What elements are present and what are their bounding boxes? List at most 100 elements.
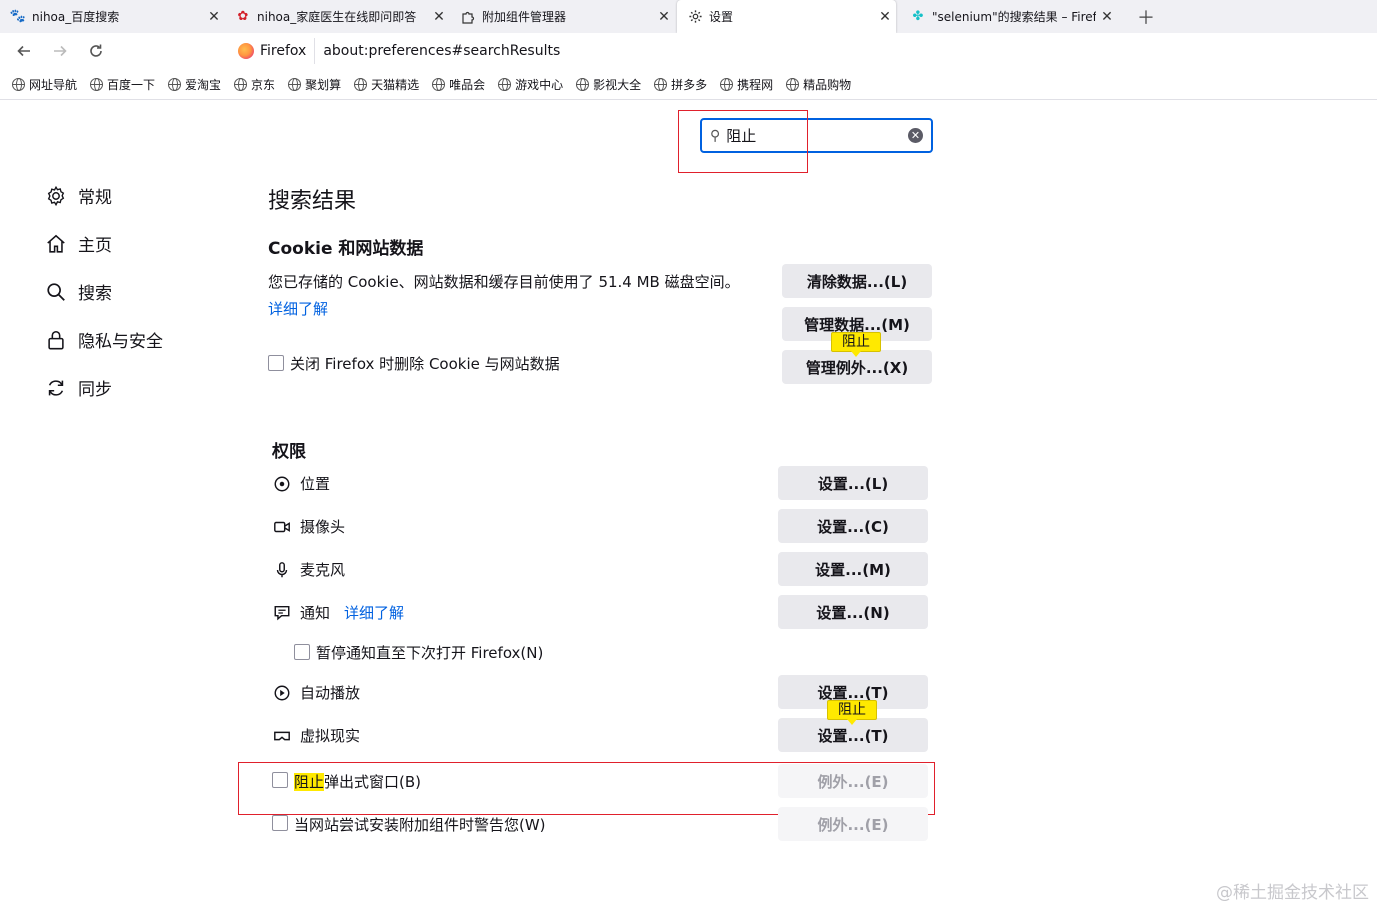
tab-settings[interactable]: 设置 ✕: [677, 0, 896, 33]
permissions-heading: 权限: [272, 442, 306, 462]
microphone-settings-button[interactable]: 设置...(M): [778, 552, 928, 586]
camera-icon: [272, 517, 292, 537]
pause-notifications-label: 暂停通知直至下次打开 Firefox(N): [316, 644, 544, 662]
bookmark-label: 爱淘宝: [185, 77, 222, 92]
bookmark-item[interactable]: 携程网: [720, 76, 773, 93]
microphone-icon: [272, 560, 292, 580]
bookmark-item[interactable]: 影视大全: [576, 76, 641, 93]
reload-button[interactable]: [84, 39, 108, 63]
tab-baidu[interactable]: 🐾 nihoa_百度搜索 ✕: [0, 0, 225, 33]
close-icon[interactable]: ✕: [1096, 9, 1118, 25]
back-button[interactable]: [12, 39, 36, 63]
bookmark-item[interactable]: 爱淘宝: [168, 76, 221, 93]
addons-exceptions-button[interactable]: 例外...(E): [778, 807, 928, 841]
close-icon[interactable]: ✕: [428, 9, 450, 25]
permission-notifications: 通知: [272, 602, 330, 623]
new-tab-button[interactable]: ＋: [1135, 0, 1157, 33]
bookmarks-toolbar: 网址导航 百度一下 爱淘宝 京东 聚划算 天猫精选 唯品会 游戏中心 影视大全 …: [0, 69, 1377, 100]
tab-label: nihoa_家庭医生在线即问即答: [257, 10, 417, 24]
url-bar[interactable]: Firefox about:preferences#searchResults: [230, 36, 1370, 66]
familydoctor-icon: ✿: [237, 9, 249, 24]
globe-icon: [288, 77, 302, 91]
bookmark-item[interactable]: 唯品会: [432, 76, 485, 93]
bookmark-label: 影视大全: [593, 77, 642, 92]
bookmark-item[interactable]: 网址导航: [12, 76, 77, 93]
tab-label: "selenium"的搜索结果 – Firefo: [932, 10, 1096, 24]
reload-icon: [90, 44, 102, 57]
permission-label: 通知: [300, 604, 331, 622]
gear-icon: [687, 9, 703, 25]
lock-icon: [44, 328, 68, 352]
bookmark-item[interactable]: 精品购物: [786, 76, 851, 93]
forward-button[interactable]: [48, 39, 72, 63]
sidebar-item-privacy[interactable]: 隐私与安全: [44, 327, 163, 352]
bookmark-label: 携程网: [737, 77, 774, 92]
bookmark-label: 唯品会: [449, 77, 486, 92]
watermark: @稀土掘金技术社区: [1216, 883, 1369, 903]
bookmark-label: 聚划算: [305, 77, 342, 92]
tab-label: 设置: [709, 10, 734, 24]
puzzle-icon: [460, 9, 476, 25]
tab-familydoctor[interactable]: ✿ nihoa_家庭医生在线即问即答 ✕: [225, 0, 450, 33]
sidebar-item-home[interactable]: 主页: [44, 231, 112, 256]
bookmark-item[interactable]: 天猫精选: [354, 76, 419, 93]
learn-more-link[interactable]: 详细了解: [268, 298, 328, 319]
tab-label: nihoa_百度搜索: [32, 10, 120, 24]
addons-warn-checkbox[interactable]: [272, 815, 288, 831]
permission-location: 位置: [272, 473, 330, 494]
addons-warn-label: 当网站尝试安装附加组件时警告您(W): [294, 816, 546, 834]
bookmark-item[interactable]: 京东: [234, 76, 275, 93]
permission-label: 位置: [300, 475, 331, 493]
baidu-paw-icon: 🐾: [9, 9, 27, 24]
globe-icon: [654, 77, 668, 91]
bookmark-item[interactable]: 拼多多: [654, 76, 707, 93]
forward-arrow-icon: [54, 45, 67, 57]
bookmark-item[interactable]: 游戏中心: [498, 76, 563, 93]
vr-headset-icon: [272, 726, 292, 746]
location-settings-button[interactable]: 设置...(L): [778, 466, 928, 500]
camera-settings-button[interactable]: 设置...(C): [778, 509, 928, 543]
sidebar-item-sync[interactable]: 同步: [44, 375, 112, 400]
globe-icon: [498, 77, 512, 91]
sync-icon: [44, 376, 68, 400]
globe-icon: [234, 77, 248, 91]
globe-icon: [354, 77, 368, 91]
clear-data-button[interactable]: 清除数据...(L): [782, 264, 932, 298]
globe-icon: [12, 77, 25, 91]
sidebar-item-general[interactable]: 常规: [44, 183, 112, 208]
globe-icon: [168, 77, 182, 91]
autoplay-icon: [272, 683, 292, 703]
clear-search-icon[interactable]: ✕: [908, 128, 923, 143]
close-icon[interactable]: ✕: [653, 9, 675, 25]
tab-selenium[interactable]: ✤ "selenium"的搜索结果 – Firefo ✕: [900, 0, 1118, 33]
permission-vr: 虚拟现实: [272, 725, 360, 746]
bookmark-label: 游戏中心: [515, 77, 564, 92]
identity-box[interactable]: Firefox: [230, 38, 316, 64]
search-match-badge: 阻止: [831, 332, 881, 357]
url-text[interactable]: about:preferences#searchResults: [323, 43, 560, 59]
close-icon[interactable]: ✕: [874, 9, 896, 25]
bookmark-item[interactable]: 聚划算: [288, 76, 341, 93]
sidebar-item-label: 隐私与安全: [78, 332, 163, 352]
page-title: 搜索结果: [268, 189, 357, 214]
delete-cookies-checkbox[interactable]: [268, 355, 284, 371]
pause-notifications-checkbox[interactable]: [294, 644, 310, 660]
permission-autoplay: 自动播放: [272, 682, 360, 703]
globe-icon: [786, 77, 800, 91]
globe-icon: [720, 77, 734, 91]
globe-icon: [432, 77, 446, 91]
close-icon[interactable]: ✕: [203, 9, 225, 25]
globe-icon: [90, 77, 104, 91]
cookie-usage-text: 您已存储的 Cookie、网站数据和缓存目前使用了 51.4 MB 磁盘空间。: [268, 273, 740, 291]
bookmark-item[interactable]: 百度一下: [90, 76, 155, 93]
back-arrow-icon: [17, 45, 30, 57]
notifications-settings-button[interactable]: 设置...(N): [778, 595, 928, 629]
cookie-section-heading: Cookie 和网站数据: [268, 239, 424, 259]
notifications-learn-more-link[interactable]: 详细了解: [344, 602, 404, 623]
permission-label: 摄像头: [300, 518, 346, 536]
firefox-logo-icon: [238, 43, 254, 59]
tab-addons[interactable]: 附加组件管理器 ✕: [450, 0, 675, 33]
sidebar-item-label: 主页: [78, 236, 112, 256]
permission-microphone: 麦克风: [272, 559, 345, 580]
sidebar-item-search[interactable]: 搜索: [44, 279, 112, 304]
